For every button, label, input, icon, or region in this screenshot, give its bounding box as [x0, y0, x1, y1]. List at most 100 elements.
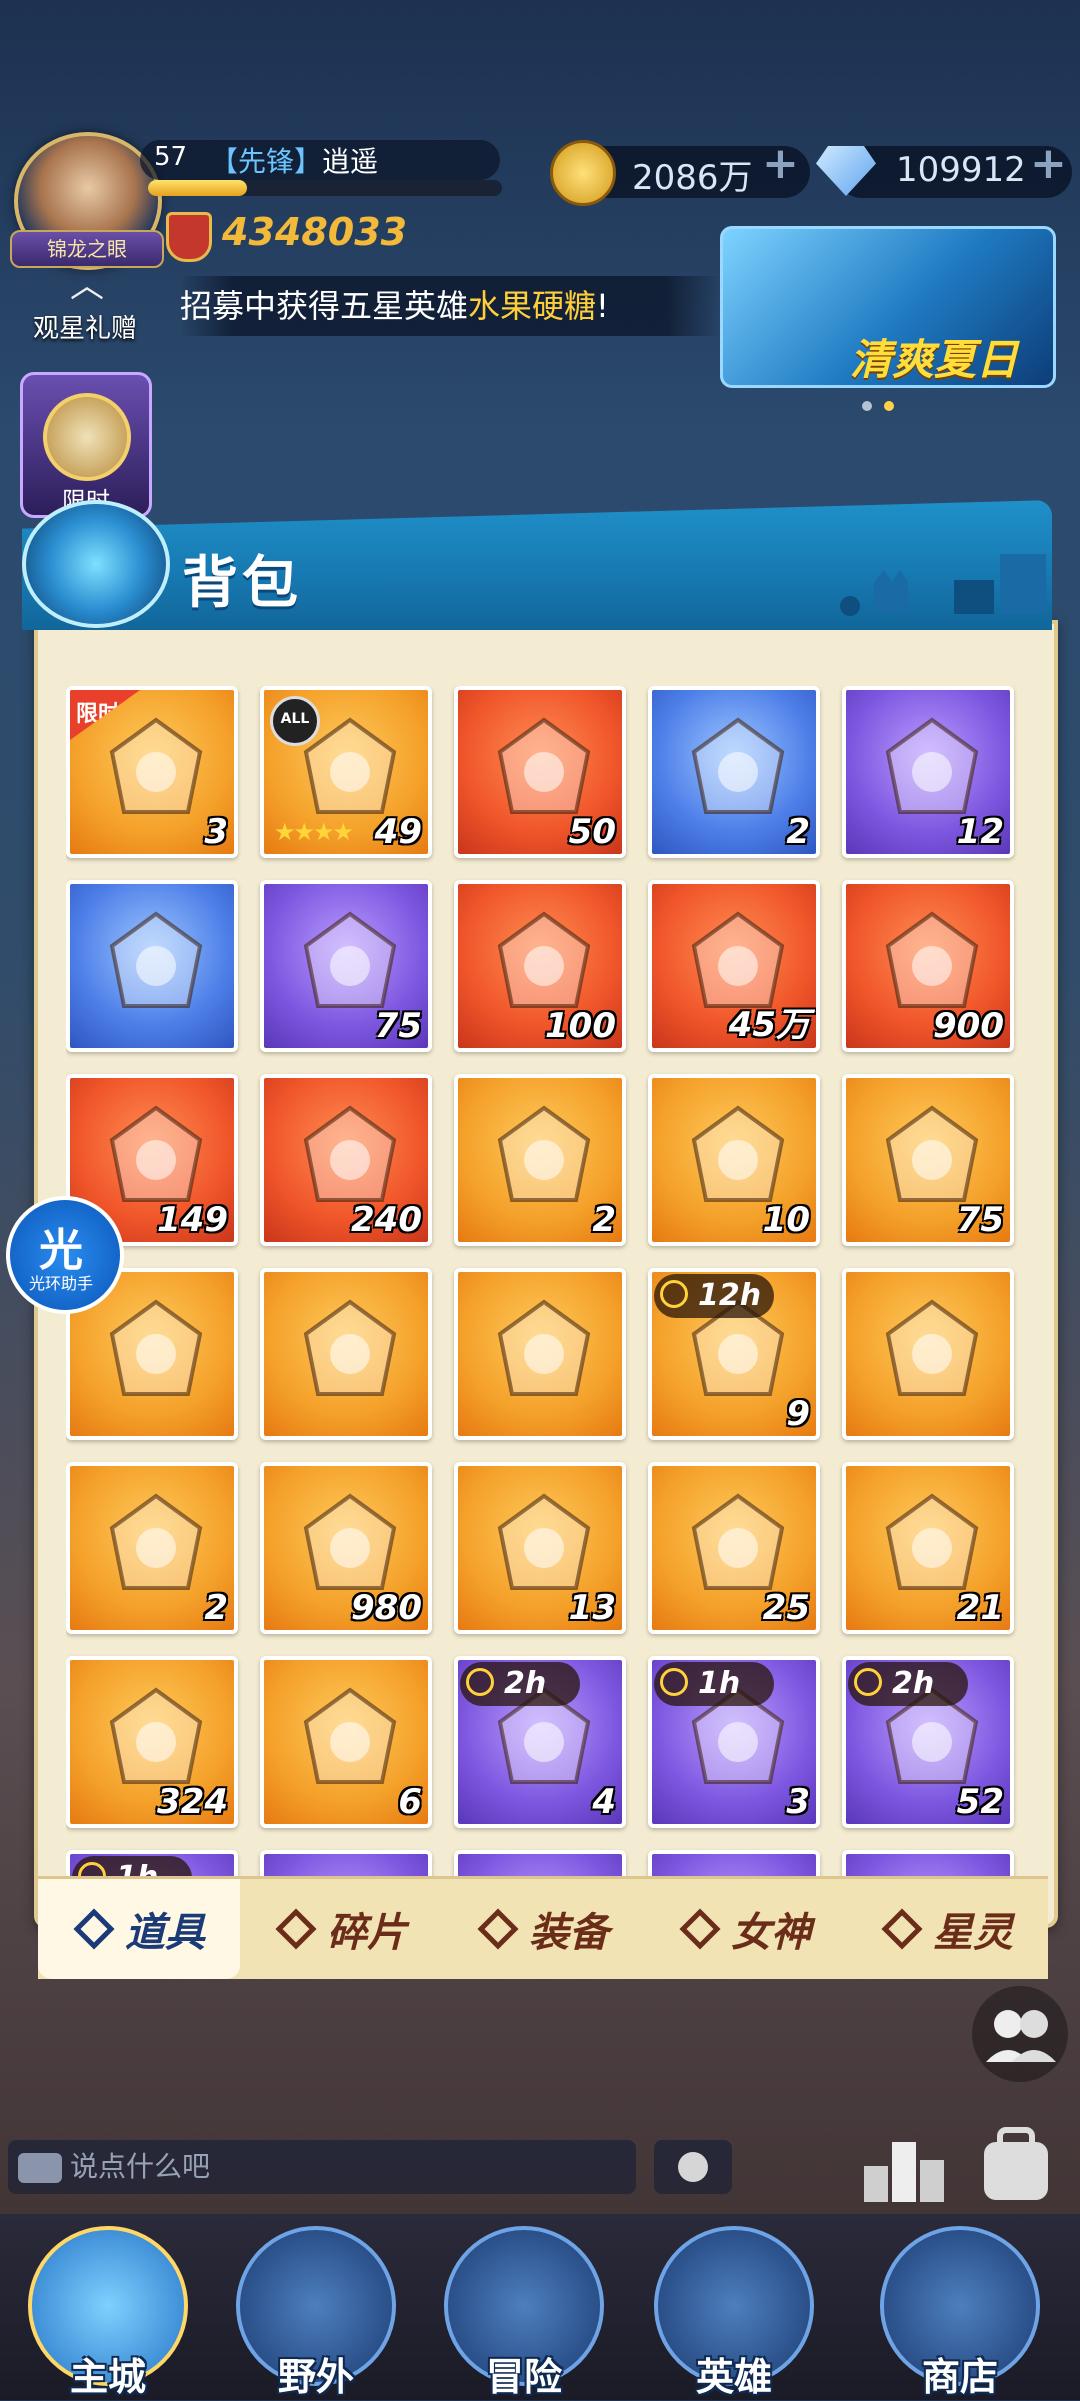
gem-chest-icon — [872, 1294, 992, 1414]
tab-label: 星灵 — [933, 1910, 1013, 1956]
bag-item[interactable]: 限时 3 — [66, 686, 238, 858]
rainbow-card-icon — [484, 1294, 604, 1414]
limited-event-button[interactable]: 限时 — [20, 372, 152, 518]
gold-coin-icon — [550, 140, 616, 206]
bag-item[interactable] — [842, 1268, 1014, 1440]
nav-label: 主城 — [69, 2355, 146, 2399]
nav-item-5[interactable]: 商店 — [880, 2226, 1040, 2400]
item-count: 900 — [933, 1006, 1004, 1046]
star-gift-button[interactable]: ︿ 观星礼赠 — [20, 258, 150, 348]
fragment-icon — [275, 1908, 317, 1950]
bag-item[interactable] — [648, 1850, 820, 1876]
bag-item[interactable]: 980 — [260, 1462, 432, 1634]
bag-item[interactable]: 324 — [66, 1656, 238, 1828]
bag-item[interactable]: 1h 3 — [648, 1656, 820, 1828]
equipment-icon — [477, 1908, 519, 1950]
item-count: 240 — [351, 1200, 422, 1240]
bag-item[interactable]: 100 — [454, 880, 626, 1052]
item-count: 25 — [762, 1588, 810, 1628]
item-count: 6 — [398, 1782, 422, 1822]
item-row: 12h 9 — [66, 1268, 1026, 1440]
item-count: 3 — [786, 1782, 810, 1822]
arrow-pendant-icon — [96, 712, 216, 832]
bag-item[interactable]: 75 — [260, 880, 432, 1052]
marquee-suffix: ! — [596, 287, 609, 325]
bag-item[interactable]: 25 — [648, 1462, 820, 1634]
chevron-up-icon: ︿ — [70, 266, 104, 306]
marquee-highlight: 水果硬糖 — [468, 287, 597, 325]
nav-label: 冒险 — [485, 2355, 562, 2399]
item-row: 149 240 2 10 75 — [66, 1074, 1026, 1246]
bag-item[interactable] — [260, 1850, 432, 1876]
timer-badge: 2h — [848, 1662, 968, 1706]
chat-bubble-icon — [18, 2153, 62, 2183]
bag-item[interactable]: 13 — [454, 1462, 626, 1634]
item-count: 52 — [956, 1782, 1004, 1822]
star-spirit-icon — [881, 1908, 923, 1950]
item-count: 75 — [374, 1006, 422, 1046]
item-count: 4 — [592, 1782, 616, 1822]
nav-item-1[interactable]: 主城 — [28, 2226, 188, 2400]
timer-badge: 2h — [460, 1662, 580, 1706]
helper-glyph: 光 — [39, 1225, 83, 1276]
star-gift-label: 观星礼赠 — [32, 314, 137, 344]
tab-5[interactable]: 星灵 — [846, 1879, 1048, 1979]
bag-title: 背包 — [182, 551, 302, 616]
friends-icon[interactable] — [972, 1986, 1068, 2082]
nav-label: 野外 — [277, 2355, 354, 2399]
bag-item[interactable] — [454, 1850, 626, 1876]
bag-item[interactable]: 21 — [842, 1462, 1014, 1634]
diamond-amount: 109912 — [896, 150, 1026, 190]
item-row: 1h — [66, 1850, 1026, 1876]
bag-item[interactable]: 50 — [454, 686, 626, 858]
chat-input[interactable]: 说点什么吧 — [8, 2140, 636, 2194]
nav-item-2[interactable]: 野外 — [236, 2226, 396, 2400]
bag-item[interactable] — [66, 880, 238, 1052]
pager-dot-active[interactable] — [884, 401, 894, 411]
add-diamond-button[interactable]: + — [1030, 138, 1067, 189]
bag-item[interactable]: 2 — [66, 1462, 238, 1634]
bag-item[interactable]: 1h — [66, 1850, 238, 1876]
item-count: 12 — [956, 812, 1004, 852]
leaderboard-icon[interactable] — [856, 2116, 952, 2212]
tab-3[interactable]: 装备 — [442, 1879, 644, 1979]
bag-item[interactable] — [842, 1850, 1014, 1876]
bag-item[interactable]: 900 — [842, 880, 1014, 1052]
chat-placeholder: 说点什么吧 — [70, 2150, 211, 2183]
bag-item[interactable]: ALL ★★★★ 49 — [260, 686, 432, 858]
backpack-icon — [22, 500, 170, 628]
marquee-prefix: 招募中获得五星英雄 — [180, 287, 469, 325]
bag-item[interactable]: 45万 — [648, 880, 820, 1052]
cat-decoration-icon — [840, 554, 1046, 616]
item-count: 3 — [204, 812, 228, 852]
tab-2[interactable]: 碎片 — [240, 1879, 442, 1979]
tab-1[interactable]: 道具 — [38, 1879, 240, 1979]
event-banner-title: 清爽夏日 — [850, 335, 1019, 384]
backpack-icon[interactable] — [968, 2116, 1064, 2212]
emoji-button[interactable] — [654, 2140, 732, 2194]
bag-item[interactable]: 2h 52 — [842, 1656, 1014, 1828]
bag-item[interactable]: 2 — [648, 686, 820, 858]
bag-item[interactable]: 6 — [260, 1656, 432, 1828]
bag-item[interactable] — [454, 1268, 626, 1440]
rank-tag: 【先锋】 — [210, 145, 323, 178]
bag-item[interactable]: 240 — [260, 1074, 432, 1246]
bag-item[interactable]: 12 — [842, 686, 1014, 858]
bag-item[interactable]: 75 — [842, 1074, 1014, 1246]
pager-dot[interactable] — [862, 401, 872, 411]
bag-item[interactable]: 2h 4 — [454, 1656, 626, 1828]
star-orb-icon — [96, 906, 216, 1026]
nav-item-4[interactable]: 英雄 — [654, 2226, 814, 2400]
item-row: 75 100 45万 900 — [66, 880, 1026, 1052]
tab-4[interactable]: 女神 — [644, 1879, 846, 1979]
bag-item[interactable]: 10 — [648, 1074, 820, 1246]
bag-item[interactable] — [260, 1268, 432, 1440]
add-gold-button[interactable]: + — [762, 138, 799, 189]
goddess-icon — [679, 1908, 721, 1950]
bag-item[interactable]: 12h 9 — [648, 1268, 820, 1440]
bag-item[interactable]: 2 — [454, 1074, 626, 1246]
exp-bar-fill — [148, 180, 248, 196]
player-name-line: 【先锋】逍遥 — [210, 140, 378, 180]
halo-helper-button[interactable]: 光 光环助手 — [6, 1196, 124, 1314]
nav-item-3[interactable]: 冒险 — [444, 2226, 604, 2400]
